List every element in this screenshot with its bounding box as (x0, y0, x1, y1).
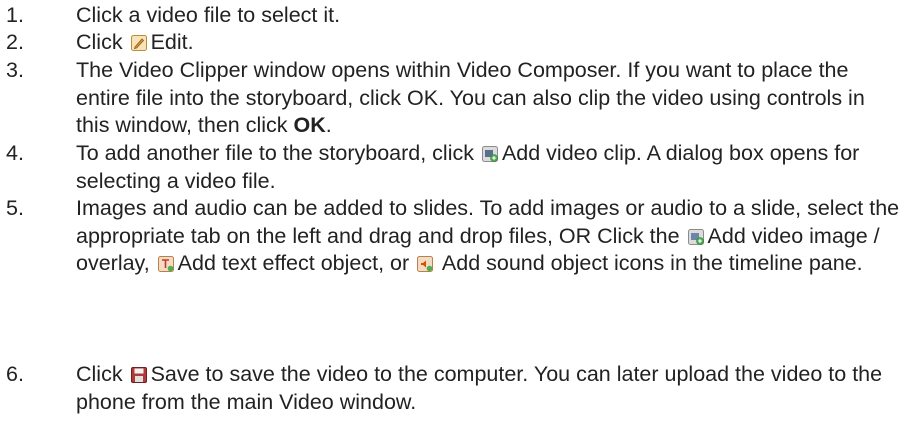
add-sound-object-icon (416, 255, 434, 273)
step-5: 5. Images and audio can be added to slid… (0, 195, 904, 278)
step-number: 3. (6, 58, 24, 82)
step-text: To add another file to the storyboard, c… (76, 141, 860, 193)
step-number: 5. (6, 196, 24, 220)
add-video-clip-icon (481, 145, 499, 163)
step-number: 2. (6, 30, 24, 54)
step-text: The Video Clipper window opens within Vi… (76, 58, 865, 137)
ok-bold-text: OK (293, 113, 326, 137)
step-number: 6. (6, 362, 24, 386)
step-text: Images and audio can be added to slides.… (76, 196, 900, 275)
add-video-image-overlay-icon (687, 228, 705, 246)
add-text-effect-icon (157, 255, 175, 273)
edit-icon (130, 34, 148, 52)
step-number: 1. (6, 3, 24, 27)
step-4: 4. To add another file to the storyboard… (0, 140, 904, 195)
save-icon (130, 366, 148, 384)
step-2: 2. Click Edit. (0, 29, 904, 57)
instruction-list: 1. Click a video file to select it. 2. C… (0, 0, 910, 429)
step-6: 6. Click Save to save the video to the c… (0, 361, 904, 416)
step-text: Click a video file to select it. (76, 3, 341, 27)
step-number: 4. (6, 141, 24, 165)
step-text: Click Save to save the video to the comp… (76, 362, 883, 414)
step-text: Click Edit. (76, 30, 194, 54)
step-3: 3. The Video Clipper window opens within… (0, 57, 904, 140)
step-1: 1. Click a video file to select it. (0, 2, 904, 30)
